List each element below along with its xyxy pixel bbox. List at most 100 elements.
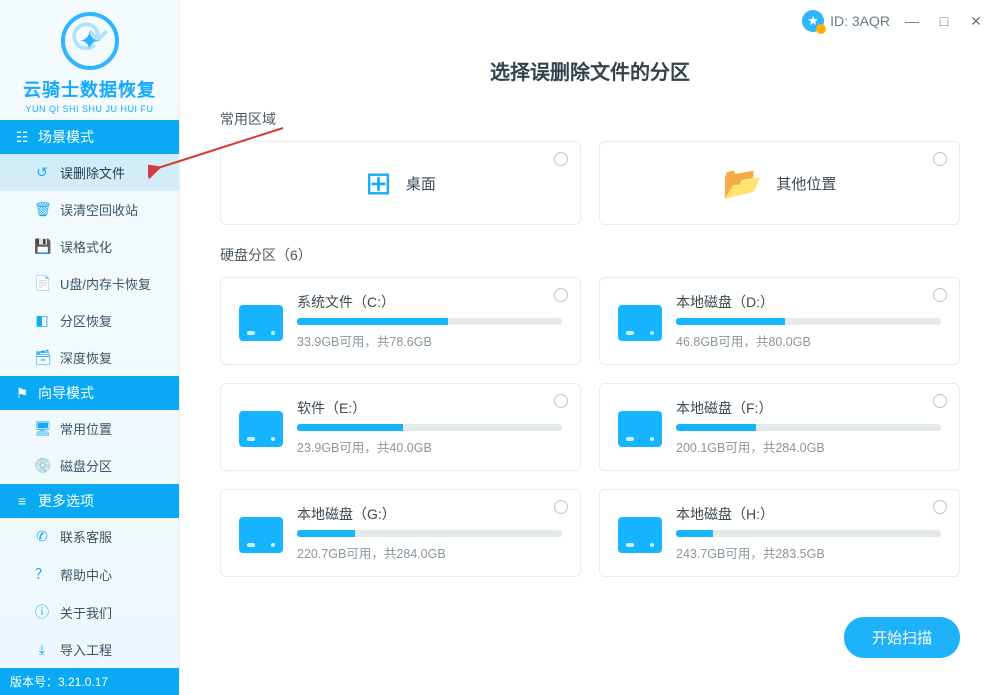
folder-icon: 📂: [723, 164, 763, 202]
usage-bar: [297, 318, 562, 325]
minimize-button[interactable]: —: [902, 11, 922, 31]
maximize-button[interactable]: □: [934, 11, 954, 31]
drive-icon: [618, 305, 662, 341]
close-button[interactable]: ✕: [966, 11, 986, 31]
drive-name: 本地磁盘（F:）: [676, 398, 941, 418]
drive-name: 本地磁盘（H:）: [676, 504, 941, 524]
disc-icon: 💿: [34, 457, 50, 474]
deep-icon: 🗃: [34, 349, 50, 366]
partition-icon: ◧: [34, 312, 50, 329]
main-panel: ★ ID: 3AQR — □ ✕ 选择误删除文件的分区 常用区域 ⊞ 桌面 📂 …: [180, 0, 1000, 680]
section-wizard-mode[interactable]: ⚑ 向导模式: [0, 376, 179, 410]
nav-help-center[interactable]: ？ 帮助中心: [0, 555, 179, 593]
app-subtitle: YUN QI SHI SHU JU HUI FU: [10, 104, 169, 114]
drive-card[interactable]: 本地磁盘（G:） 220.7GB可用，共284.0GB: [220, 489, 581, 577]
version-label: 版本号：3.21.0.17: [0, 668, 179, 695]
nav-label: 深度恢复: [60, 348, 112, 367]
radio-icon: [554, 500, 568, 514]
trash-icon: 🗑: [34, 201, 50, 218]
nav-about[interactable]: ⓘ 关于我们: [0, 593, 179, 631]
section-more-options[interactable]: ≡ 更多选项: [0, 484, 179, 518]
section-scene-mode[interactable]: ☷ 场景模式: [0, 120, 179, 154]
common-area-label: 常用区域: [220, 109, 960, 129]
nav-scene-list: ↺ 误删除文件 🗑 误清空回收站 💾 误格式化 📄 U盘/内存卡恢复 ◧ 分区恢复 🗃 深度…: [0, 154, 179, 376]
drive-icon: [618, 517, 662, 553]
nav-usb-recovery[interactable]: 📄 U盘/内存卡恢复: [0, 265, 179, 302]
card-other-location[interactable]: 📂 其他位置: [599, 141, 960, 225]
drive-name: 本地磁盘（D:）: [676, 292, 941, 312]
drive-cards: 系统文件（C:） 33.9GB可用，共78.6GB 本地磁盘（D:） 46.8G…: [220, 277, 960, 577]
radio-icon: [933, 500, 947, 514]
drive-icon: [239, 305, 283, 341]
help-icon: ？: [34, 564, 50, 584]
refresh-icon: ↺: [34, 164, 50, 181]
card-icon: 📄: [34, 275, 50, 292]
drive-card[interactable]: 软件（E:） 23.9GB可用，共40.0GB: [220, 383, 581, 471]
disk-icon: 💾: [34, 238, 50, 255]
drive-card[interactable]: 本地磁盘（F:） 200.1GB可用，共284.0GB: [599, 383, 960, 471]
nav-common-location[interactable]: 🖥常用位置: [0, 410, 179, 447]
card-label: 其他位置: [776, 173, 836, 194]
card-label: 桌面: [406, 173, 436, 194]
drive-card[interactable]: 本地磁盘（D:） 46.8GB可用，共80.0GB: [599, 277, 960, 365]
menu-icon: ≡: [14, 493, 30, 509]
usage-bar: [676, 530, 941, 537]
drive-icon: [239, 411, 283, 447]
drive-name: 软件（E:）: [297, 398, 562, 418]
app-title: 云骑士数据恢复: [10, 76, 169, 102]
nav-label: 关于我们: [60, 603, 112, 622]
nav-label: 帮助中心: [60, 565, 112, 584]
app-logo: ✦ 云骑士数据恢复 YUN QI SHI SHU JU HUI FU: [0, 0, 179, 120]
radio-icon: [933, 394, 947, 408]
drive-icon: [618, 411, 662, 447]
usage-bar: [676, 318, 941, 325]
drive-info: 46.8GB可用，共80.0GB: [676, 331, 941, 350]
drive-info: 243.7GB可用，共283.5GB: [676, 543, 941, 562]
nav-label: 联系客服: [60, 527, 112, 546]
usage-bar: [297, 424, 562, 431]
drive-card[interactable]: 系统文件（C:） 33.9GB可用，共78.6GB: [220, 277, 581, 365]
nav-deleted-files[interactable]: ↺ 误删除文件: [0, 154, 179, 191]
drive-info: 23.9GB可用，共40.0GB: [297, 437, 562, 456]
nav-partition-recovery[interactable]: ◧ 分区恢复: [0, 302, 179, 339]
nav-label: 导入工程: [60, 640, 112, 659]
titlebar: ★ ID: 3AQR — □ ✕: [180, 0, 1000, 32]
drive-info: 33.9GB可用，共78.6GB: [297, 331, 562, 350]
nav-label: 误格式化: [60, 237, 112, 256]
nav-wizard-list: 🖥常用位置 💿磁盘分区: [0, 410, 179, 484]
drive-name: 系统文件（C:）: [297, 292, 562, 312]
nav-recycle-bin[interactable]: 🗑 误清空回收站: [0, 191, 179, 228]
nav-label: 分区恢复: [60, 311, 112, 330]
scene-icon: ☷: [14, 129, 30, 145]
user-id: ID: 3AQR: [830, 13, 890, 29]
user-id-block[interactable]: ★ ID: 3AQR: [802, 10, 890, 32]
nav-label: 常用位置: [60, 419, 112, 438]
nav-label: U盘/内存卡恢复: [60, 274, 151, 293]
radio-icon: [554, 394, 568, 408]
drive-card[interactable]: 本地磁盘（H:） 243.7GB可用，共283.5GB: [599, 489, 960, 577]
drive-name: 本地磁盘（G:）: [297, 504, 562, 524]
nav-label: 误清空回收站: [60, 200, 138, 219]
nav-more-list: ✆ 联系客服 ？ 帮助中心 ⓘ 关于我们 ⤓导入工程: [0, 518, 179, 668]
section-label: 场景模式: [38, 127, 94, 147]
nav-label: 误删除文件: [60, 163, 125, 182]
phone-icon: ✆: [34, 528, 50, 545]
common-cards: ⊞ 桌面 📂 其他位置: [220, 141, 960, 225]
nav-contact-support[interactable]: ✆ 联系客服: [0, 518, 179, 555]
radio-icon: [933, 152, 947, 166]
info-icon: ⓘ: [34, 602, 50, 622]
nav-formatted[interactable]: 💾 误格式化: [0, 228, 179, 265]
logo-icon: ✦: [61, 12, 119, 70]
drive-info: 200.1GB可用，共284.0GB: [676, 437, 941, 456]
content-area: 常用区域 ⊞ 桌面 📂 其他位置 硬盘分区（6） 系统文件（C:）: [180, 103, 1000, 680]
nav-deep-recovery[interactable]: 🗃 深度恢复: [0, 339, 179, 376]
drive-icon: [239, 517, 283, 553]
nav-disk-partition[interactable]: 💿磁盘分区: [0, 447, 179, 484]
windows-icon: ⊞: [365, 164, 392, 202]
drive-info: 220.7GB可用，共284.0GB: [297, 543, 562, 562]
card-desktop[interactable]: ⊞ 桌面: [220, 141, 581, 225]
nav-import-project[interactable]: ⤓导入工程: [0, 631, 179, 668]
disk-partition-label: 硬盘分区（6）: [220, 245, 960, 265]
flag-icon: ⚑: [14, 385, 30, 401]
start-scan-button[interactable]: 开始扫描: [844, 617, 960, 658]
